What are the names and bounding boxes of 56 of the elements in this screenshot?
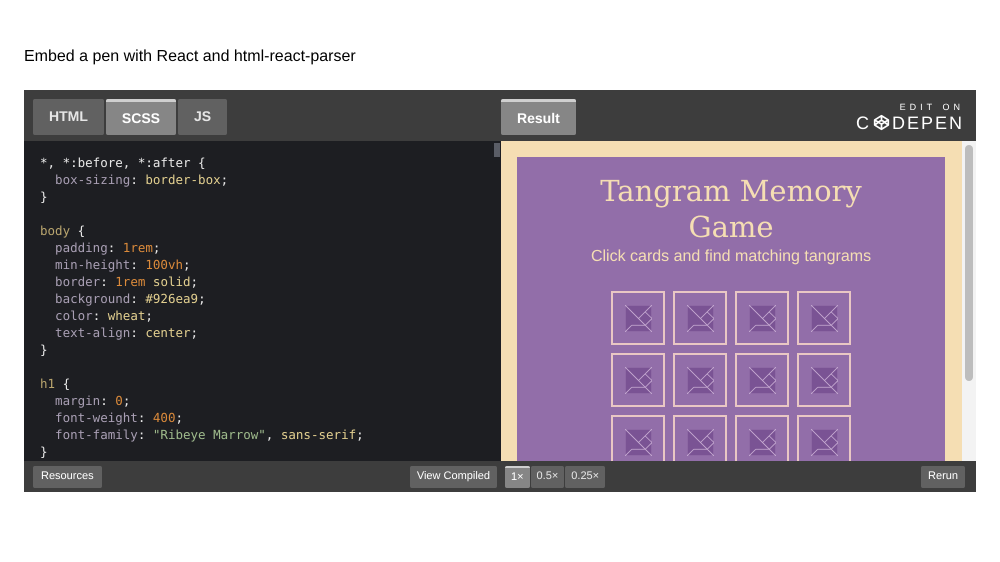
resources-button[interactable]: Resources [33,466,102,488]
card[interactable] [735,353,789,407]
game-title: Tangram Memory Game [599,173,863,245]
code-line: color: wheat; [54,307,153,324]
code-line: } [40,341,48,358]
tangram-icon [748,366,776,394]
logo-wordmark-end: DEPEN [892,112,964,132]
tangram-icon [686,304,714,332]
code-line: font-weight: 400; [54,409,184,426]
tangram-icon [624,428,652,456]
tangram-icon [748,428,776,456]
code-line: text-align: center; [54,324,198,341]
card[interactable] [611,353,665,407]
scrollbar-thumb[interactable] [494,143,500,157]
game-subtitle: Click cards and find matching tangrams [590,247,872,267]
code-line: padding: 1rem; [54,239,160,256]
card[interactable] [735,291,789,345]
code-line: min-height: 100vh; [54,256,191,273]
code-line: border: 1rem solid; [54,273,198,290]
scrollbar-thumb[interactable] [965,145,973,381]
card[interactable] [797,291,851,345]
code-line: *, *:before, *:after { [40,154,206,171]
code-line: } [40,443,48,460]
rerun-button[interactable]: Rerun [921,466,965,488]
tangram-icon [624,304,652,332]
tangram-icon [686,428,714,456]
tangram-icon [686,366,714,394]
card[interactable] [797,353,851,407]
code-line: body { [40,222,86,239]
view-compiled-button[interactable]: View Compiled [410,466,497,488]
code-line: box-sizing: border-box; [54,171,228,188]
tab[interactable]: JS [178,98,228,134]
logo-caption: EDIT ON [900,100,964,112]
tab[interactable]: SCSS [106,98,176,134]
tangram-icon [624,366,652,394]
code-line: h1 { [40,375,70,392]
cube-icon [872,114,890,131]
code-line: font-family: "Ribeye Marrow", sans-serif; [54,426,364,443]
code-line: margin: 0; [54,392,130,409]
code-line: background: #926ea9; [54,290,206,307]
zoom-button[interactable]: 0.25× [565,466,606,488]
tangram-icon [810,428,838,456]
card[interactable] [673,353,727,407]
page-heading: Embed a pen with React and html-react-parser [24,47,357,67]
zoom-button[interactable]: 0.5× [530,466,564,488]
tab[interactable]: HTML [33,98,104,134]
tangram-icon [810,366,838,394]
card[interactable] [673,291,727,345]
zoom-button[interactable]: 1× [505,466,530,488]
logo-wordmark-start: C [856,112,871,132]
codepen-logo[interactable]: EDIT ON C DEPEN [856,100,964,132]
tangram-icon [748,304,776,332]
tab[interactable]: Result [501,98,576,134]
card[interactable] [611,291,665,345]
tangram-icon [810,304,838,332]
code-line: } [40,188,48,205]
